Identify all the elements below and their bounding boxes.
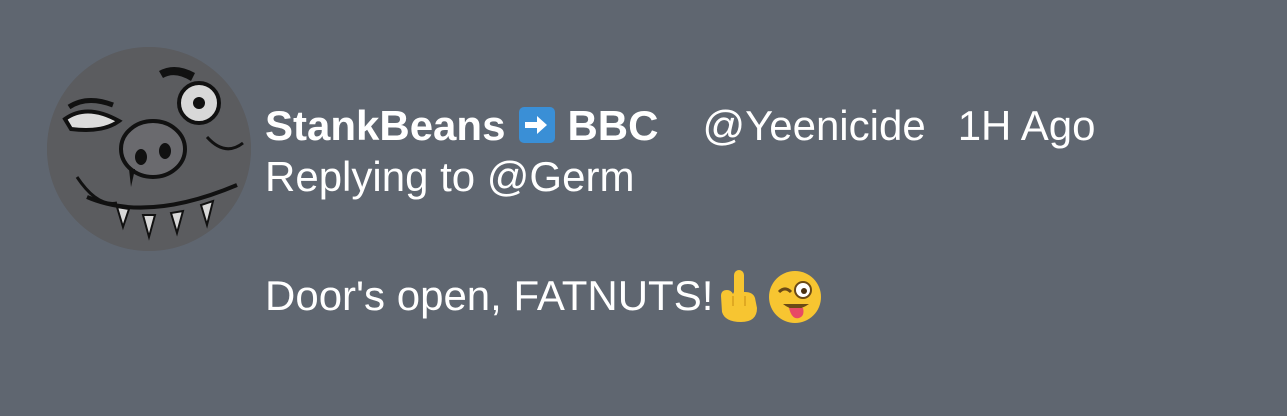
timestamp: 1H Ago (957, 102, 1096, 149)
middle-finger-icon (713, 266, 765, 326)
display-name[interactable]: StankBeans (265, 100, 505, 152)
tweet-body: Door's open, FATNUTS! (265, 266, 1265, 326)
tweet-content: StankBeans BBC @Yeenicide 1H Ago Replyin… (265, 100, 1265, 326)
pig-face-avatar-icon (47, 47, 251, 251)
tweet-header: StankBeans BBC @Yeenicide 1H Ago (265, 100, 1265, 152)
reply-context[interactable]: Replying to @Germ (265, 152, 1265, 202)
winking-face-with-tongue-icon (765, 266, 822, 326)
tweet-card: StankBeans BBC @Yeenicide 1H Ago Replyin… (0, 0, 1287, 416)
avatar[interactable] (47, 47, 251, 251)
right-arrow-icon (519, 107, 556, 143)
network-label: BBC (567, 102, 659, 149)
user-handle[interactable]: @Yeenicide (702, 100, 925, 152)
tweet-text: Door's open, FATNUTS! (265, 272, 714, 319)
